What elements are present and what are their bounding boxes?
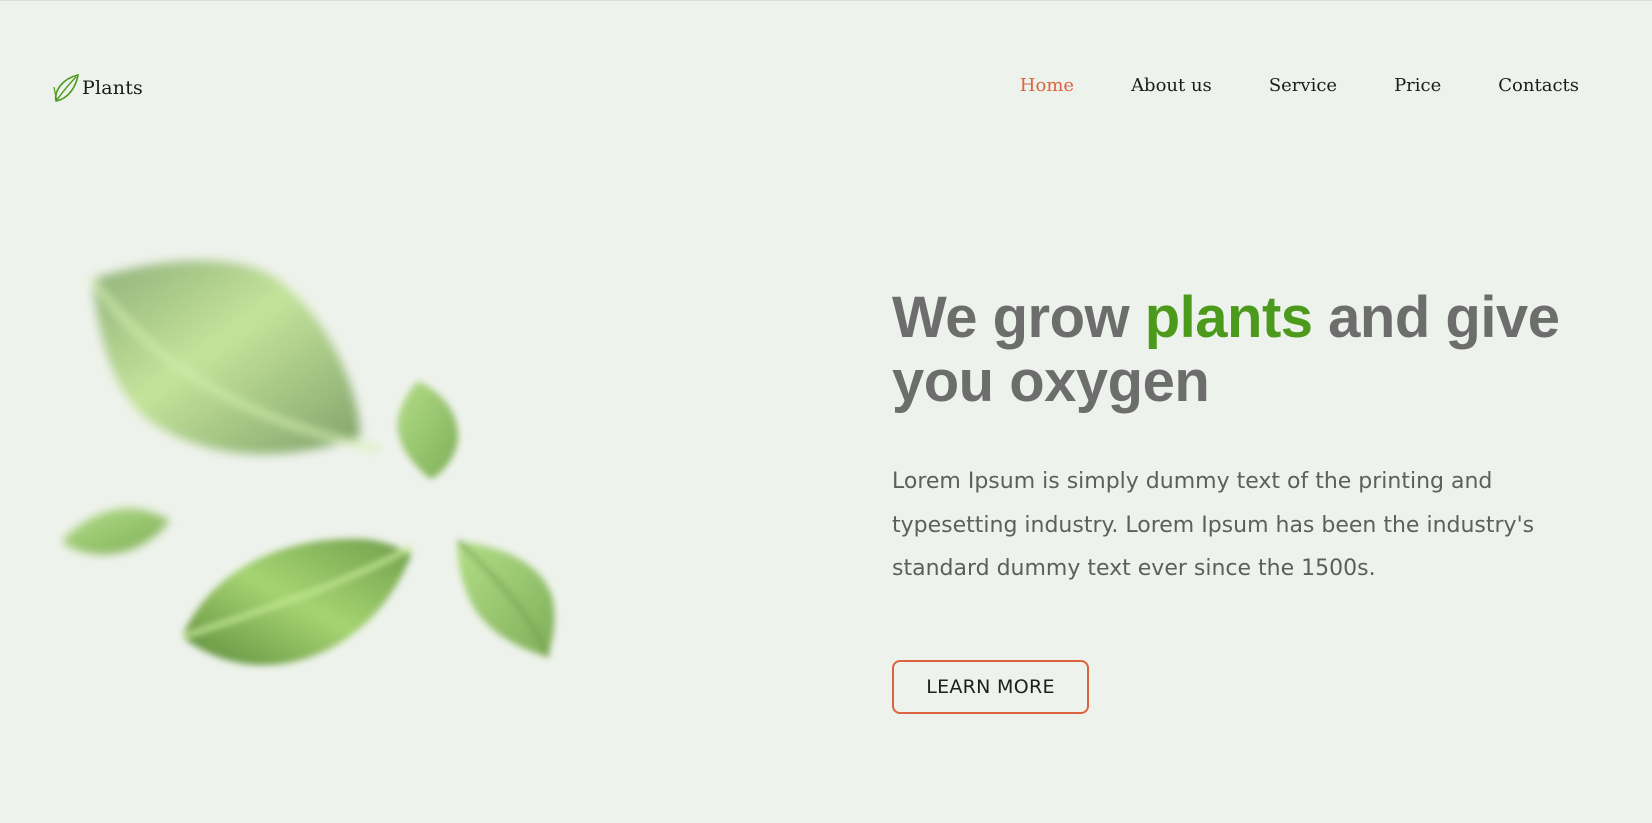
- nav-service[interactable]: Service: [1269, 75, 1337, 96]
- logo-text: Plants: [82, 77, 144, 99]
- hero-title: We grow plants and give you oxygen: [892, 286, 1592, 414]
- hero-section: We grow plants and give you oxygen Lorem…: [892, 286, 1592, 591]
- hero-description: Lorem Ipsum is simply dummy text of the …: [892, 469, 1535, 581]
- logo[interactable]: Plants: [52, 73, 143, 103]
- nav-home[interactable]: Home: [1020, 75, 1074, 96]
- hero-title-part1: We grow: [892, 285, 1145, 350]
- leaf-large: [89, 260, 381, 455]
- main-nav: Home About us Service Price Contacts: [963, 75, 1579, 96]
- hero-title-accent: plants: [1144, 285, 1313, 350]
- leaf-icon: [52, 73, 80, 103]
- landing-page: Plants Home About us Service Price Conta…: [0, 0, 1652, 823]
- nav-contacts[interactable]: Contacts: [1498, 75, 1579, 96]
- learn-more-button[interactable]: LEARN MORE: [892, 660, 1089, 714]
- nav-about-us[interactable]: About us: [1131, 75, 1212, 96]
- leaves-illustration: [40, 241, 620, 721]
- nav-price[interactable]: Price: [1394, 75, 1441, 96]
